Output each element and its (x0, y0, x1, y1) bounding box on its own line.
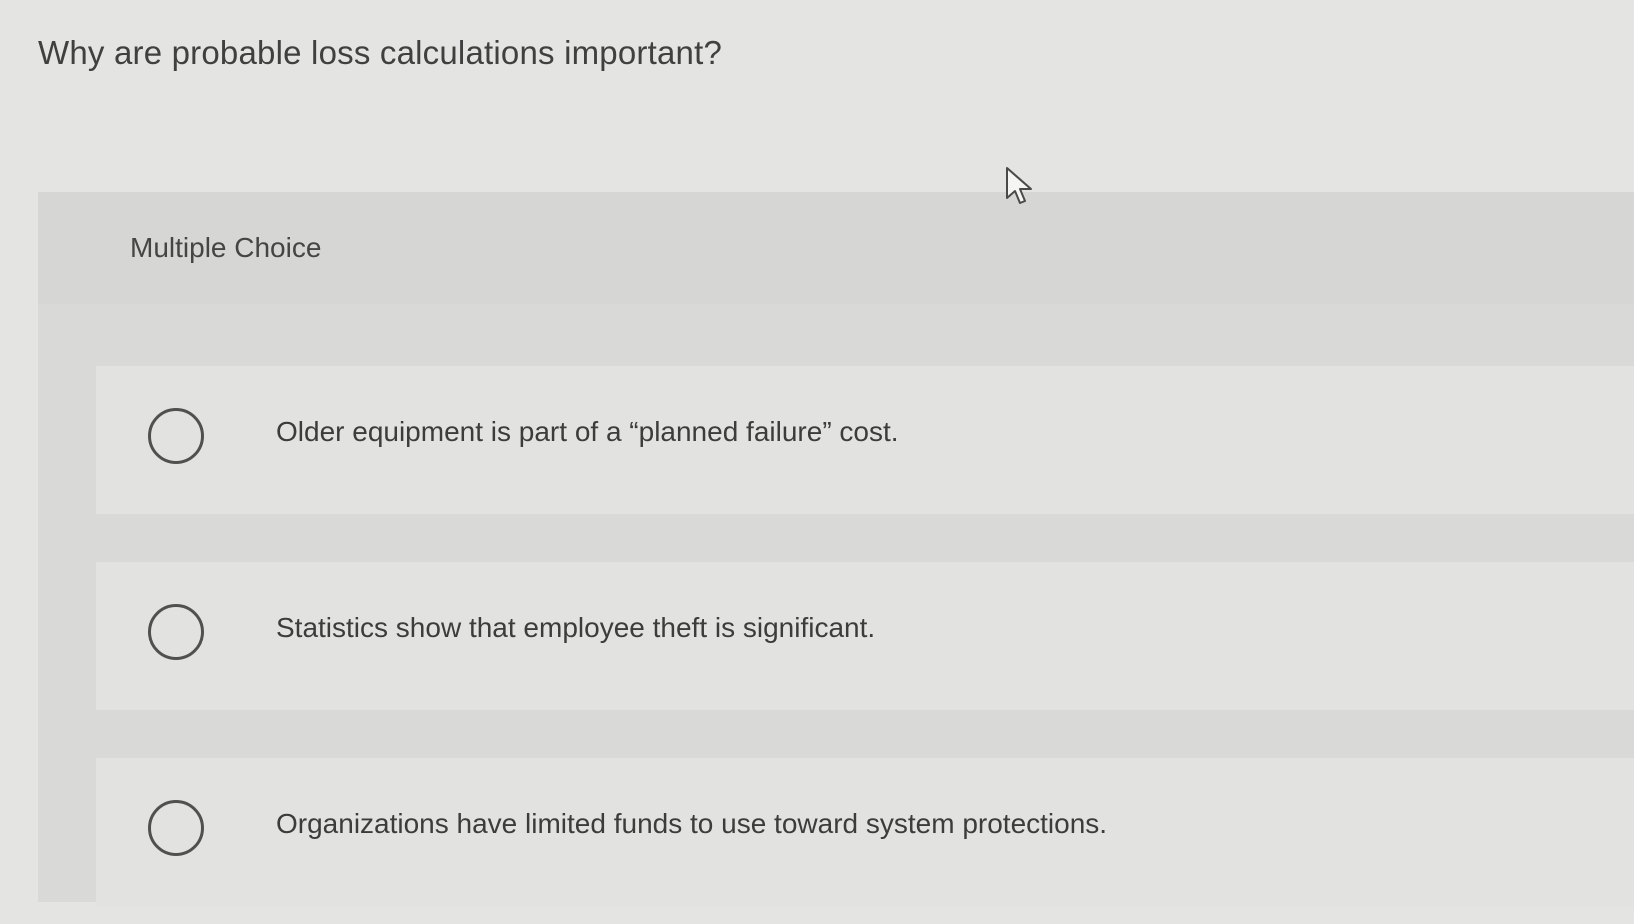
multiple-choice-panel: Multiple Choice Older equipment is part … (38, 192, 1634, 906)
mouse-pointer-icon (1006, 167, 1032, 204)
answer-option-label: Older equipment is part of a “planned fa… (276, 416, 899, 447)
answer-option-1[interactable]: Older equipment is part of a “planned fa… (96, 366, 1634, 514)
radio-button-2[interactable] (148, 604, 204, 660)
answer-options: Older equipment is part of a “planned fa… (96, 366, 1634, 906)
radio-button-3[interactable] (148, 800, 204, 856)
question-title: Why are probable loss calculations impor… (38, 34, 723, 71)
answer-option-2[interactable]: Statistics show that employee theft is s… (96, 562, 1634, 710)
answer-option-label: Organizations have limited funds to use … (276, 808, 1108, 839)
answer-option-3[interactable]: Organizations have limited funds to use … (96, 758, 1634, 906)
multiple-choice-header: Multiple Choice (38, 192, 1634, 304)
multiple-choice-label: Multiple Choice (130, 232, 322, 263)
answer-option-label: Statistics show that employee theft is s… (276, 612, 876, 643)
radio-button-1[interactable] (148, 408, 204, 464)
